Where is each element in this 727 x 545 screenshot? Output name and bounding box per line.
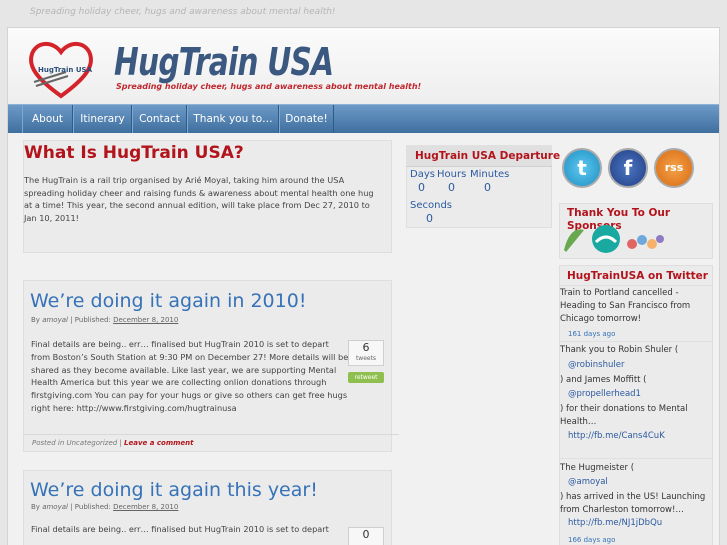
nav-contact[interactable]: Contact xyxy=(132,105,187,133)
seconds-label: Seconds xyxy=(410,200,453,211)
tweet-text: ) has arrived in the US! Launching from … xyxy=(560,492,706,515)
rss-icon[interactable]: rss xyxy=(654,148,694,188)
tweet-label: tweets xyxy=(355,355,377,362)
tweet-counter: 6 tweets xyxy=(348,340,384,366)
tweet-url-link[interactable]: http://fb.me/NJ1jDbQu xyxy=(568,518,662,528)
post-author[interactable]: amoyal xyxy=(42,316,68,324)
site-title[interactable]: HugTrain USA xyxy=(114,40,334,84)
tweet-text: ) for their donations to Mental Health… xyxy=(560,404,688,427)
facebook-icon[interactable]: f xyxy=(608,148,648,188)
post-body: Final details are being.. err… finalised… xyxy=(31,524,329,534)
nav-about[interactable]: About xyxy=(22,105,73,133)
main-nav: About Itinerary Contact Thank you to… Do… xyxy=(8,104,719,133)
twitter-feed-title: HugTrainUSA on Twitter xyxy=(567,270,708,282)
sponsor-logos-icon[interactable] xyxy=(560,222,670,256)
divider xyxy=(560,458,712,459)
retweet-button[interactable]: retweet xyxy=(348,372,384,383)
tweet-text: The Hugmeister ( xyxy=(560,463,635,473)
leave-comment-link[interactable]: Leave a comment xyxy=(124,439,193,447)
post-date[interactable]: December 8, 2010 xyxy=(113,316,178,324)
tweet-counter: 0 xyxy=(348,527,384,545)
post-title[interactable]: We’re doing it again in 2010! xyxy=(30,290,306,312)
post-meta: By amoyal | Published: December 8, 2010 xyxy=(31,316,178,324)
post-title[interactable]: We’re doing it again this year! xyxy=(30,479,318,501)
site-header: HugTrain USA HugTrain USA Spreading holi… xyxy=(8,28,719,104)
category-link[interactable]: Uncategorized xyxy=(67,439,118,447)
top-tagline: Spreading holiday cheer, hugs and awaren… xyxy=(30,7,336,17)
twitter-icon[interactable]: t xyxy=(562,148,602,188)
tweet-url-link[interactable]: http://fb.me/Cans4CuK xyxy=(568,431,665,441)
hours-label: Hours xyxy=(437,169,467,180)
post-author[interactable]: amoyal xyxy=(42,503,68,511)
hours-value: 0 xyxy=(448,181,455,194)
tweet-time[interactable]: 161 days ago xyxy=(568,330,615,338)
days-label: Days xyxy=(410,169,435,180)
tweet-text: ) and James Moffitt ( xyxy=(560,375,647,385)
tweet-text: Thank you to Robin Shuler ( xyxy=(560,345,679,355)
intro-text: The HugTrain is a rail trip organised by… xyxy=(24,175,374,223)
countdown-title: HugTrain USA Departure xyxy=(415,150,561,162)
site-subtitle: Spreading holiday cheer, hugs and awaren… xyxy=(116,82,422,91)
tweet-count: 0 xyxy=(362,528,370,541)
post-meta: By amoyal | Published: December 8, 2010 xyxy=(31,503,178,511)
divider xyxy=(560,285,712,286)
nav-itinerary[interactable]: Itinerary xyxy=(73,105,132,133)
nav-thank-you[interactable]: Thank you to… xyxy=(187,105,279,133)
tweet-count: 6 xyxy=(362,341,370,354)
divider xyxy=(560,341,712,342)
meta-by: By xyxy=(31,316,40,324)
nav-donate[interactable]: Donate! xyxy=(279,105,334,133)
meta-by: By xyxy=(31,503,40,511)
tweet-handle-link[interactable]: @propellerhead1 xyxy=(568,389,641,399)
meta-published: | Published: xyxy=(70,503,111,511)
days-value: 0 xyxy=(418,181,425,194)
post-footer: Posted in Uncategorized | Leave a commen… xyxy=(23,434,399,451)
tweet-text: Train to Portland cancelled - Heading to… xyxy=(560,288,691,324)
logo-heart-text: HugTrain USA xyxy=(38,66,92,74)
minutes-value: 0 xyxy=(484,181,491,194)
tweet-handle-link[interactable]: @amoyal xyxy=(568,477,608,487)
intro-heading: What Is HugTrain USA? xyxy=(24,143,244,163)
tweet-handle-link[interactable]: @robinshuler xyxy=(568,360,624,370)
tweet-time[interactable]: 166 days ago xyxy=(568,536,615,544)
posted-in-label: Posted in xyxy=(32,439,65,447)
post-body: Final details are being.. err… finalised… xyxy=(31,339,349,413)
minutes-label: Minutes xyxy=(470,169,510,180)
seconds-value: 0 xyxy=(426,212,433,225)
post-date[interactable]: December 8, 2010 xyxy=(113,503,178,511)
meta-published: | Published: xyxy=(70,316,111,324)
